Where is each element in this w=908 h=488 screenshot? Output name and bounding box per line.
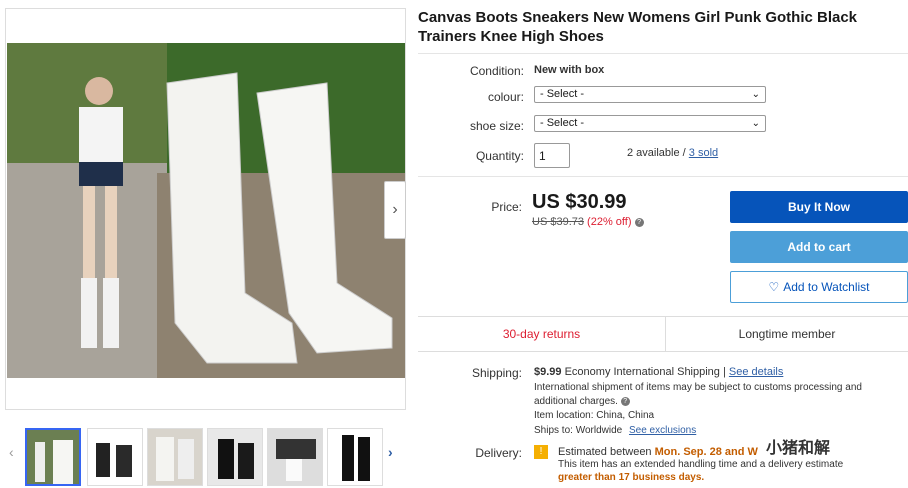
chevron-down-icon: ⌄ (751, 118, 760, 129)
product-title: Canvas Boots Sneakers New Womens Girl Pu… (418, 9, 858, 45)
divider (418, 53, 908, 54)
add-to-watchlist-button[interactable]: ♡ Add to Watchlist (730, 271, 908, 303)
thumbnail[interactable] (147, 428, 203, 486)
heart-icon: ♡ (768, 280, 780, 294)
see-exclusions-link[interactable]: See exclusions (629, 425, 696, 436)
shipping-cost: $9.99 (534, 366, 562, 378)
item-location: Item location: China, China (534, 409, 654, 423)
original-price-row: US $39.73 (22% off) ? (532, 216, 644, 228)
delivery-label: Delivery: (475, 446, 522, 460)
gallery-next-button[interactable]: › (384, 181, 406, 239)
shipping-line: $9.99 Economy International Shipping | S… (534, 366, 783, 378)
watchlist-label: Add to Watchlist (783, 280, 870, 294)
quantity-input[interactable]: 1 (534, 143, 570, 168)
colour-label: colour: (487, 90, 524, 104)
shipping-label: Shipping: (471, 366, 522, 380)
chevron-down-icon: ⌄ (751, 89, 760, 100)
item-location-value: China, China (596, 410, 655, 421)
member-badge: Longtime member (738, 327, 836, 341)
delivery-estimate: Estimated between Mon. Sep. 28 and W (558, 446, 758, 458)
thumbnail[interactable] (87, 428, 143, 486)
price-label: Price: (491, 200, 522, 214)
customs-note-line2: additional charges. ? (534, 395, 630, 409)
handling-note-highlight: greater than 17 business days. (558, 472, 705, 483)
thumbnail[interactable] (207, 428, 263, 486)
info-icon[interactable]: ? (634, 217, 644, 227)
customs-note-text: additional charges. (534, 396, 618, 407)
customs-note: International shipment of items may be s… (534, 382, 862, 393)
delivery-dates: Mon. Sep. 28 and W (654, 446, 758, 458)
price: US $30.99 (532, 191, 627, 213)
buy-it-now-button[interactable]: Buy It Now (730, 191, 908, 223)
ships-to-label: Ships to: (534, 425, 573, 436)
main-product-image[interactable] (7, 43, 405, 378)
divider (418, 176, 908, 177)
shipping-method: Economy International Shipping | (564, 366, 726, 378)
shoe-size-label: shoe size: (469, 119, 524, 133)
condition-value: New with box (534, 64, 605, 76)
see-details-link[interactable]: See details (729, 366, 783, 378)
sold-link[interactable]: 3 sold (689, 147, 718, 159)
thumbnail[interactable] (25, 428, 81, 486)
returns-badge: 30-day returns (418, 317, 666, 351)
thumbnail[interactable] (327, 428, 383, 486)
colour-select[interactable]: - Select - ⌄ (534, 86, 766, 103)
delivery-prefix: Estimated between (558, 446, 652, 458)
chevron-right-icon[interactable]: › (388, 444, 393, 460)
quantity-label: Quantity: (475, 149, 524, 163)
add-to-cart-button[interactable]: Add to cart (730, 231, 908, 263)
ships-to-value: Worldwide (575, 425, 623, 436)
chevron-left-icon[interactable]: ‹ (9, 444, 14, 460)
info-icon[interactable]: ? (620, 396, 630, 406)
watermark-overlay: 小猪和解 (760, 432, 837, 460)
flag-icon: ! (534, 445, 548, 459)
condition-label: Condition: (469, 64, 524, 78)
availability: 2 available / 3 sold (627, 147, 718, 159)
original-price: US $39.73 (532, 216, 584, 228)
ships-to: Ships to: Worldwide See exclusions (534, 424, 696, 438)
chevron-right-icon: › (392, 201, 398, 218)
discount: (22% off) (587, 216, 632, 228)
item-location-label: Item location: (534, 410, 594, 421)
colour-select-value: - Select - (540, 88, 585, 100)
thumbnail[interactable] (267, 428, 323, 486)
shoe-size-select[interactable]: - Select - ⌄ (534, 115, 766, 132)
available-text: 2 available / (627, 147, 686, 159)
shoe-size-select-value: - Select - (540, 117, 585, 129)
image-gallery: › (5, 8, 406, 410)
handling-note: This item has an extended handling time … (558, 459, 844, 470)
seller-badges: 30-day returns Longtime member (418, 316, 908, 352)
thumbnail-strip: ‹ › (5, 428, 406, 488)
